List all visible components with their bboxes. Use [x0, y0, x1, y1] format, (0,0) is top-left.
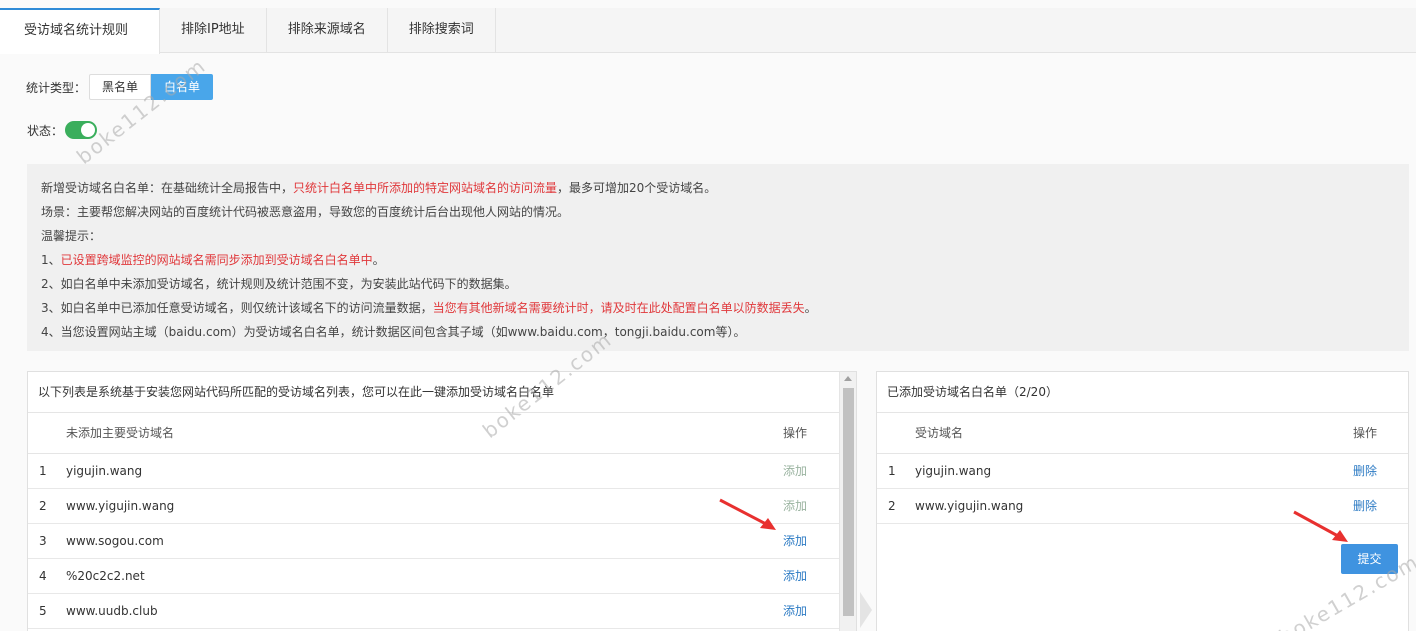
tab-exclude-ip[interactable]: 排除IP地址: [160, 8, 267, 53]
candidate-panel-title: 以下列表是系统基于安装您网站代码所匹配的受访域名列表，您可以在此一键添加受访域名…: [28, 372, 839, 413]
candidate-table-header: 未添加主要受访域名 操作: [28, 413, 839, 454]
submit-button[interactable]: 提交: [1341, 544, 1398, 574]
row-index: 1: [39, 464, 47, 478]
col-domain-name: 未添加主要受访域名: [66, 426, 175, 440]
add-button[interactable]: 添加: [783, 489, 807, 523]
whitelist-panel-title: 已添加受访域名白名单（2/20）: [877, 372, 1408, 413]
row-index: 3: [39, 534, 47, 548]
whitelist-panel: 已添加受访域名白名单（2/20） 受访域名 操作 1 yigujin.wang …: [876, 371, 1409, 631]
col-operation: 操作: [1353, 426, 1378, 440]
col-operation: 操作: [783, 426, 808, 440]
info-line-7: 4、当您设置网站主域（baidu.com）为受访域名白名单，统计数据区间包含其子…: [41, 325, 746, 339]
add-button[interactable]: 添加: [783, 524, 807, 558]
table-row: 2 www.yigujin.wang 添加: [28, 489, 839, 524]
delete-button[interactable]: 删除: [1353, 454, 1377, 488]
row-domain: www.uudb.club: [66, 604, 158, 618]
info-line-6: 3、如白名单中已添加任意受访域名，则仅统计该域名下的访问流量数据，当您有其他新域…: [41, 296, 1395, 320]
info-line-2: 场景：主要帮您解决网站的百度统计代码被恶意盗用，导致您的百度统计后台出现他人网站…: [41, 205, 570, 219]
add-button[interactable]: 添加: [783, 594, 807, 628]
table-row: 2 www.yigujin.wang 删除: [877, 489, 1408, 524]
tab-exclude-source-domain[interactable]: 排除来源域名: [267, 8, 388, 53]
row-index: 4: [39, 569, 47, 583]
row-domain: www.yigujin.wang: [915, 499, 1024, 513]
candidate-scrollbar[interactable]: [839, 372, 856, 631]
info-text: 1、: [41, 253, 61, 267]
transfer-arrow-icon: [860, 592, 872, 628]
tab-domain-rule[interactable]: 受访域名统计规则: [0, 8, 160, 54]
table-row: 4 %20c2c2.net 添加: [28, 559, 839, 594]
info-text: 。: [372, 253, 385, 267]
info-text: 3、如白名单中已添加任意受访域名，则仅统计该域名下的访问流量数据，: [41, 301, 433, 315]
info-line-1: 新增受访域名白名单：在基础统计全局报告中，只统计白名单中所添加的特定网站域名的访…: [41, 176, 1395, 200]
add-button[interactable]: 添加: [783, 454, 807, 488]
rule-tabs: 受访域名统计规则 排除IP地址 排除来源域名 排除搜索词: [0, 8, 1416, 54]
scroll-thumb[interactable]: [843, 388, 854, 616]
add-button[interactable]: 添加: [783, 559, 807, 593]
row-index: 2: [888, 499, 896, 513]
row-domain: %20c2c2.net: [66, 569, 145, 583]
status-toggle[interactable]: [65, 121, 98, 139]
info-highlight: 当您有其他新域名需要统计时，请及时在此处配置白名单以防数据丢失: [432, 301, 805, 315]
info-box: 新增受访域名白名单：在基础统计全局报告中，只统计白名单中所添加的特定网站域名的访…: [27, 164, 1409, 351]
row-domain: yigujin.wang: [66, 464, 143, 478]
info-text: 。: [804, 301, 817, 315]
toggle-knob: [81, 123, 96, 137]
col-domain-name: 受访域名: [915, 426, 964, 440]
row-domain: www.sogou.com: [66, 534, 164, 548]
whitelist-option[interactable]: 白名单: [151, 74, 214, 100]
row-index: 2: [39, 499, 47, 513]
row-domain: yigujin.wang: [915, 464, 992, 478]
candidate-domain-panel: 以下列表是系统基于安装您网站代码所匹配的受访域名列表，您可以在此一键添加受访域名…: [27, 371, 857, 631]
table-row: 3 www.sogou.com 添加: [28, 524, 839, 559]
row-domain: www.yigujin.wang: [66, 499, 175, 513]
blacklist-option[interactable]: 黑名单: [89, 74, 152, 100]
table-row: 1 yigujin.wang 删除: [877, 454, 1408, 489]
row-index: 5: [39, 604, 47, 618]
row-index: 1: [888, 464, 896, 478]
stat-type-row: 统计类型： 黑名单 白名单: [26, 74, 214, 100]
table-row: 5 www.uudb.club 添加: [28, 594, 839, 629]
info-text: ，最多可增加20个受访域名。: [557, 181, 717, 195]
delete-button[interactable]: 删除: [1353, 489, 1377, 523]
scroll-up-icon[interactable]: [844, 376, 852, 381]
table-row: 1 yigujin.wang 添加: [28, 454, 839, 489]
status-row: 状态：: [27, 121, 98, 139]
tab-exclude-search-term[interactable]: 排除搜索词: [388, 8, 496, 53]
stat-type-label: 统计类型：: [26, 80, 87, 95]
stat-type-switch: 黑名单 白名单: [89, 74, 214, 100]
info-line-5: 2、如白名单中未添加受访域名，统计规则及统计范围不变，为安装此站代码下的数据集。: [41, 277, 517, 291]
info-highlight: 已设置跨域监控的网站域名需同步添加到受访域名白名单中: [60, 253, 373, 267]
whitelist-table-header: 受访域名 操作: [877, 413, 1408, 454]
info-text: 新增受访域名白名单：在基础统计全局报告中，: [41, 181, 294, 195]
info-line-4: 1、已设置跨域监控的网站域名需同步添加到受访域名白名单中。: [41, 248, 1395, 272]
info-highlight: 只统计白名单中所添加的特定网站域名的访问流量: [293, 181, 558, 195]
info-line-3: 温馨提示：: [41, 229, 102, 243]
status-label: 状态：: [27, 123, 64, 138]
watermark: boke112.com: [72, 53, 211, 169]
